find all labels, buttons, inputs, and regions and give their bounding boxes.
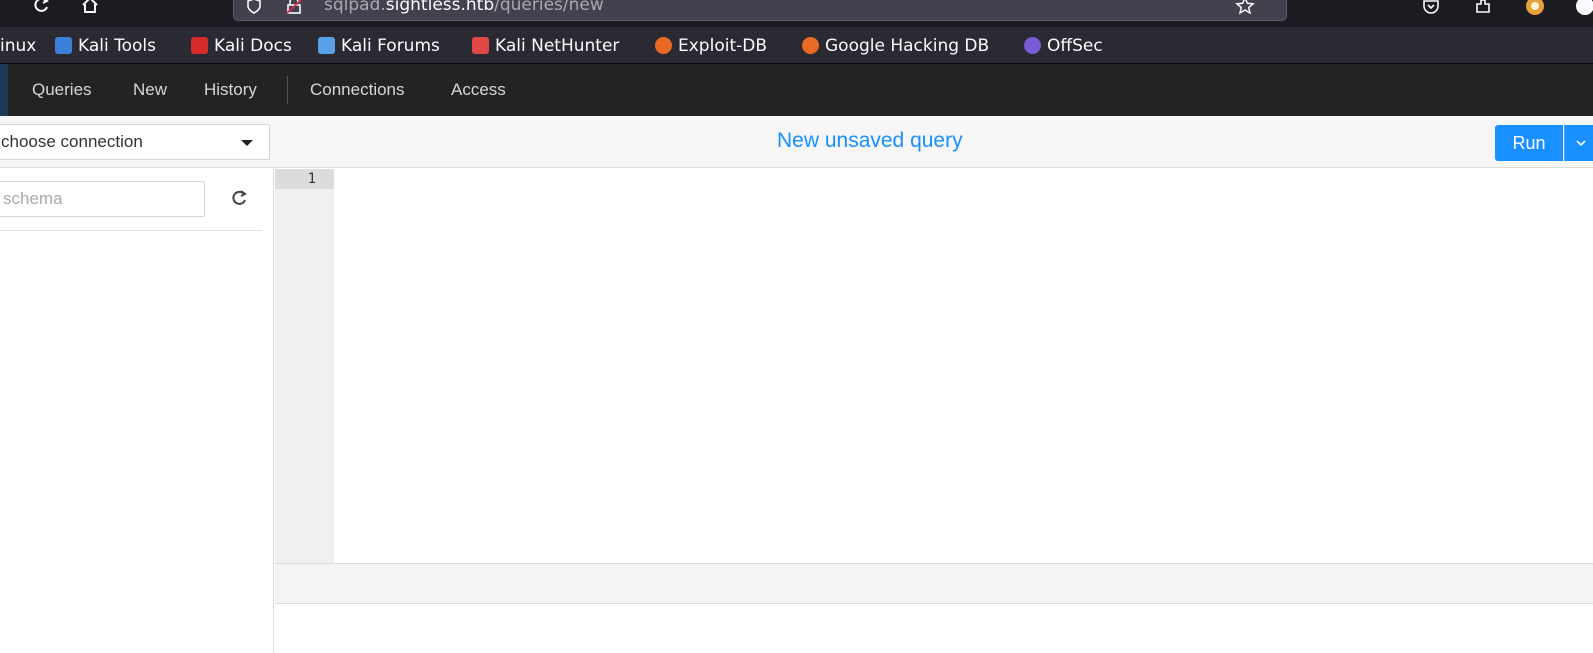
google-hacking-db-icon (802, 37, 819, 54)
nav-separator (287, 76, 288, 104)
browser-toolbar: sqlpad.sightless.htb/queries/new (0, 0, 1593, 27)
bookmark-label: Google Hacking DB (825, 35, 990, 56)
line-number: 1 (275, 169, 334, 189)
bookmark-label: Kali NetHunter (495, 35, 620, 56)
bookmark-exploit-db[interactable]: Exploit-DB (655, 27, 767, 64)
kali-docs-icon (191, 37, 208, 54)
insecure-lock-icon[interactable] (284, 0, 304, 15)
nav-queries[interactable]: Queries (32, 64, 92, 116)
connection-select[interactable]: choose connection (0, 124, 270, 160)
pocket-icon[interactable] (1420, 0, 1442, 15)
home-icon[interactable] (79, 0, 101, 14)
bookmark-google-hacking-db[interactable]: Google Hacking DB (802, 27, 989, 64)
run-options-button[interactable] (1564, 125, 1593, 161)
bookmarks-toolbar: inux Kali Tools Kali Docs Kali Forums Ka… (0, 27, 1593, 64)
url-text: sqlpad.sightless.htb/queries/new (324, 0, 604, 15)
offsec-icon (1024, 37, 1041, 54)
chevron-down-icon (1575, 140, 1586, 147)
url-path: /queries/new (494, 0, 604, 15)
bookmark-kali-linux[interactable]: inux (0, 27, 36, 64)
address-bar[interactable]: sqlpad.sightless.htb/queries/new (233, 0, 1287, 21)
kali-tools-icon (55, 37, 72, 54)
app-logo-strip (0, 64, 8, 116)
bookmark-kali-nethunter[interactable]: Kali NetHunter (472, 27, 619, 64)
bookmark-label: Exploit-DB (678, 35, 767, 56)
caret-down-icon (241, 140, 253, 146)
editor-gutter: 1 (275, 169, 334, 563)
kali-forums-icon (318, 37, 335, 54)
reload-icon[interactable] (30, 0, 52, 14)
url-prefix: sqlpad. (324, 0, 386, 15)
bookmark-label: Kali Forums (341, 35, 440, 56)
nav-connections[interactable]: Connections (310, 64, 405, 116)
schema-sidebar (0, 169, 274, 653)
query-title[interactable]: New unsaved query (777, 129, 963, 153)
connection-select-label: choose connection (1, 132, 143, 151)
nav-new[interactable]: New (133, 64, 167, 116)
bookmark-label: Kali Docs (214, 35, 292, 56)
app-navbar: Queries New History Connections Access (0, 64, 1593, 116)
results-toolbar (275, 563, 1593, 604)
extensions-icon[interactable] (1472, 0, 1494, 15)
bookmark-kali-forums[interactable]: Kali Forums (318, 27, 440, 64)
bookmark-label: OffSec (1047, 35, 1103, 56)
exploit-db-icon (655, 37, 672, 54)
url-host: sightless.htb (385, 0, 495, 15)
run-button[interactable]: Run (1495, 125, 1563, 161)
account-icon[interactable] (1574, 0, 1593, 15)
kali-nethunter-icon (472, 37, 489, 54)
bookmark-label: Kali Tools (78, 35, 156, 56)
bookmark-kali-tools[interactable]: Kali Tools (55, 27, 156, 64)
extension-badge-icon[interactable] (1523, 0, 1547, 15)
nav-history[interactable]: History (204, 64, 257, 116)
nav-access[interactable]: Access (451, 64, 506, 116)
bookmark-kali-docs[interactable]: Kali Docs (191, 27, 292, 64)
query-toolbar: choose connection New unsaved query Run (0, 116, 1593, 168)
results-pane (275, 604, 1593, 653)
sidebar-divider (0, 230, 262, 231)
bookmark-label: inux (0, 35, 37, 56)
schema-search-input[interactable] (0, 181, 205, 217)
bookmark-star-icon[interactable] (1234, 0, 1256, 15)
bookmark-offsec[interactable]: OffSec (1024, 27, 1103, 64)
refresh-schema-icon[interactable] (227, 186, 251, 210)
sql-editor[interactable]: 1 (275, 169, 1593, 563)
shield-icon[interactable] (244, 0, 264, 15)
